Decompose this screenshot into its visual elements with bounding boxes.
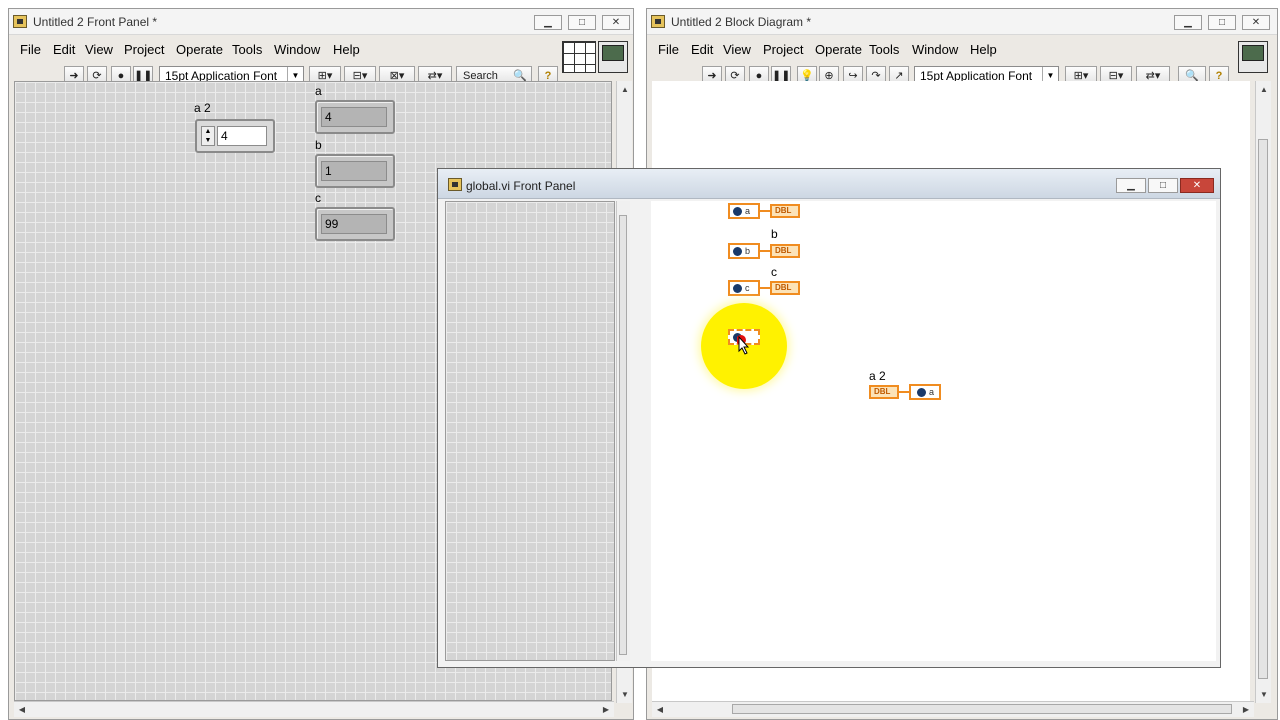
scroll-left-icon[interactable]: ◀ [652, 705, 668, 714]
globe-icon [917, 388, 926, 397]
numeric-control-a2[interactable]: ▲ ▼ 4 [195, 119, 275, 153]
label-b: b [771, 227, 778, 241]
front-panel-titlebar[interactable]: Untitled 2 Front Panel * ▁ □ ✕ [9, 9, 633, 35]
vi-icon [13, 15, 27, 28]
window-title: Untitled 2 Front Panel * [33, 15, 158, 29]
menu-operate[interactable]: Operate [815, 42, 862, 57]
globe-icon [733, 284, 742, 293]
maximize-button[interactable]: □ [568, 15, 596, 30]
menu-window[interactable]: Window [912, 42, 958, 57]
label-c: c [771, 265, 777, 279]
wire[interactable] [760, 287, 770, 289]
horizontal-scrollbar[interactable]: ◀ ▶ [14, 701, 614, 717]
menubar: File Edit View Project Operate Tools Win… [9, 39, 633, 61]
close-button[interactable]: ✕ [1242, 15, 1270, 30]
maximize-button[interactable]: □ [1148, 178, 1178, 193]
global-variable-b[interactable]: b [728, 243, 760, 259]
global-vi-window: global.vi Front Panel ▁ □ ✕ a DBL b b DB… [437, 168, 1221, 668]
menu-edit[interactable]: Edit [53, 42, 75, 57]
scroll-down-icon[interactable]: ▼ [1256, 690, 1272, 699]
window-title: global.vi Front Panel [466, 179, 576, 193]
block-diagram-titlebar[interactable]: Untitled 2 Block Diagram * ▁ □ ✕ [647, 9, 1277, 35]
horizontal-scrollbar[interactable]: ◀ ▶ [652, 701, 1254, 717]
dbl-indicator-a[interactable]: DBL [770, 204, 800, 218]
minimize-button[interactable]: ▁ [1116, 178, 1146, 193]
global-variable-a-write[interactable]: a [909, 384, 941, 400]
scroll-up-icon[interactable]: ▲ [1256, 85, 1272, 94]
menu-edit[interactable]: Edit [691, 42, 713, 57]
vertical-scrollbar[interactable]: ▲ ▼ [1255, 81, 1271, 703]
menu-file[interactable]: File [658, 42, 679, 57]
mouse-pointer-icon [737, 335, 750, 355]
menu-window[interactable]: Window [274, 42, 320, 57]
vertical-scrollbar[interactable] [616, 201, 630, 661]
menu-view[interactable]: View [85, 42, 113, 57]
globe-icon [733, 247, 742, 256]
indicator-label-c: c [315, 191, 321, 205]
window-title: Untitled 2 Block Diagram * [671, 15, 812, 29]
scroll-down-icon[interactable]: ▼ [617, 690, 633, 699]
label-a2: a 2 [869, 369, 886, 383]
menu-help[interactable]: Help [333, 42, 360, 57]
connector-pane-icon[interactable] [562, 41, 596, 73]
scroll-thumb[interactable] [619, 215, 627, 655]
close-button[interactable]: ✕ [1180, 178, 1214, 193]
global-variable-c[interactable]: c [728, 280, 760, 296]
vi-icon [651, 15, 665, 28]
dbl-indicator-c[interactable]: DBL [770, 281, 800, 295]
menubar: File Edit View Project Operate Tools Win… [647, 39, 1277, 61]
numeric-indicator-c-value: 99 [321, 214, 387, 234]
numeric-indicator-b-value: 1 [321, 161, 387, 181]
numeric-indicator-b[interactable]: 1 [315, 154, 395, 188]
numeric-indicator-a-value: 4 [321, 107, 387, 127]
close-button[interactable]: ✕ [602, 15, 630, 30]
increment-decrement-icon[interactable]: ▲ ▼ [201, 126, 215, 146]
wire[interactable] [899, 391, 909, 393]
scroll-right-icon[interactable]: ▶ [598, 705, 614, 714]
vi-icon-panel[interactable] [1238, 41, 1268, 73]
globe-icon [733, 207, 742, 216]
indicator-label-a: a [315, 84, 322, 98]
menu-project[interactable]: Project [124, 42, 164, 57]
numeric-indicator-a[interactable]: 4 [315, 100, 395, 134]
menu-file[interactable]: File [20, 42, 41, 57]
wire[interactable] [760, 210, 770, 212]
vi-icon [448, 178, 462, 191]
menu-project[interactable]: Project [763, 42, 803, 57]
scroll-right-icon[interactable]: ▶ [1238, 705, 1254, 714]
scroll-left-icon[interactable]: ◀ [14, 705, 30, 714]
global-variable-a[interactable]: a [728, 203, 760, 219]
menu-view[interactable]: View [723, 42, 751, 57]
dbl-indicator-b[interactable]: DBL [770, 244, 800, 258]
menu-help[interactable]: Help [970, 42, 997, 57]
control-label-a2: a 2 [194, 101, 211, 115]
global-vi-titlebar[interactable]: global.vi Front Panel ▁ □ ✕ [438, 169, 1220, 199]
wire[interactable] [760, 250, 770, 252]
scroll-up-icon[interactable]: ▲ [617, 85, 633, 94]
numeric-control-a2-value[interactable]: 4 [217, 126, 267, 146]
menu-operate[interactable]: Operate [176, 42, 223, 57]
numeric-indicator-c[interactable]: 99 [315, 207, 395, 241]
block-diagram-visible-area: a DBL b b DBL c c DBL a 2 DBL a [651, 201, 1216, 661]
menu-tools[interactable]: Tools [232, 42, 262, 57]
maximize-button[interactable]: □ [1208, 15, 1236, 30]
scroll-thumb[interactable] [1258, 139, 1268, 679]
minimize-button[interactable]: ▁ [1174, 15, 1202, 30]
vi-icon-panel[interactable] [598, 41, 628, 73]
indicator-label-b: b [315, 138, 322, 152]
menu-tools[interactable]: Tools [869, 42, 899, 57]
minimize-button[interactable]: ▁ [534, 15, 562, 30]
dbl-control-a2[interactable]: DBL [869, 385, 899, 399]
global-vi-canvas[interactable] [445, 201, 615, 661]
scroll-thumb[interactable] [732, 704, 1232, 714]
